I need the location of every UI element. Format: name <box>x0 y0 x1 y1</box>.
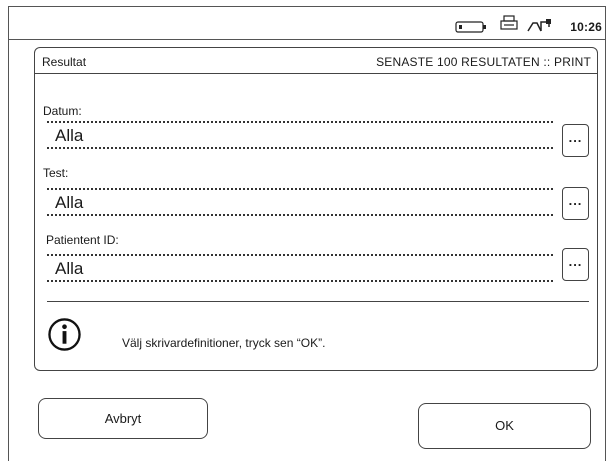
patient-id-browse-button[interactable]: ... <box>562 248 589 281</box>
printer-icon <box>500 15 518 30</box>
results-print-panel: Resultat SENASTE 100 RESULTATEN :: PRINT… <box>34 47 598 371</box>
date-value-field[interactable]: Alla <box>47 121 553 149</box>
ok-button[interactable]: OK <box>418 403 591 449</box>
patient-id-value: Alla <box>55 259 84 278</box>
device-screen: 10:26 Resultat SENASTE 100 RESULTATEN ::… <box>8 6 606 461</box>
battery-icon <box>455 21 486 33</box>
panel-title: Resultat <box>42 55 87 69</box>
date-value: Alla <box>55 126 84 145</box>
cancel-button[interactable]: Avbryt <box>38 398 208 439</box>
test-value: Alla <box>55 193 84 212</box>
info-message: Välj skrivardefinitioner, tryck sen “OK”… <box>122 336 326 350</box>
status-bar: 10:26 <box>9 7 605 40</box>
info-icon <box>48 318 81 351</box>
divider <box>47 301 589 302</box>
network-icon <box>527 19 551 32</box>
patient-id-value-field[interactable]: Alla <box>47 254 553 282</box>
date-label: Datum: <box>43 104 82 118</box>
test-browse-button[interactable]: ... <box>562 187 589 220</box>
patient-id-label: Patientent ID: <box>46 233 119 247</box>
test-label: Test: <box>43 166 69 180</box>
date-browse-button[interactable]: ... <box>562 124 589 157</box>
panel-header: Resultat SENASTE 100 RESULTATEN :: PRINT <box>35 48 597 74</box>
test-value-field[interactable]: Alla <box>47 188 553 216</box>
panel-mode-label: SENASTE 100 RESULTATEN :: PRINT <box>376 55 591 69</box>
status-time: 10:26 <box>570 20 602 34</box>
